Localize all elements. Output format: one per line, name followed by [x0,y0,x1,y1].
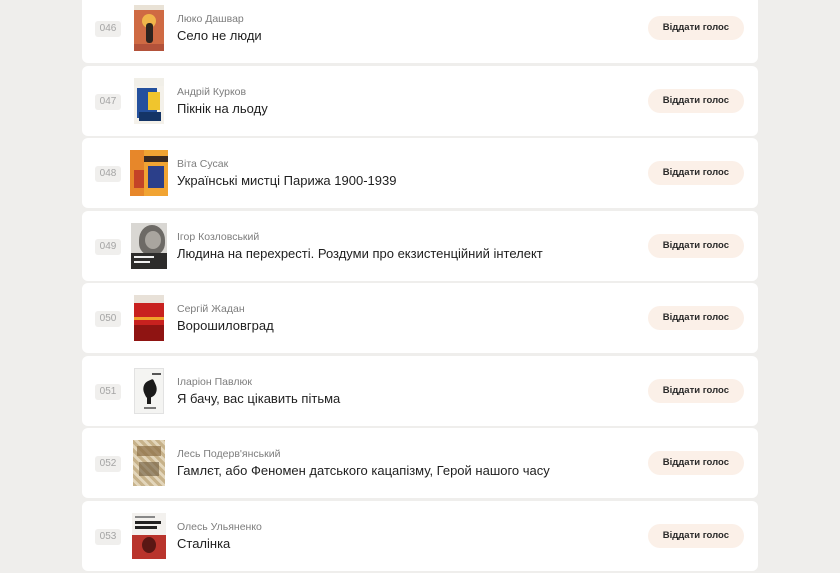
item-number: 047 [95,93,121,110]
book-author: Люко Дашвар [177,13,244,25]
book-author: Іларіон Павлюк [177,375,252,388]
vote-button[interactable]: Віддати голос [647,161,744,185]
book-cover[interactable] [134,367,164,414]
book-title[interactable]: Гамлєт, або Феномен датського кацапізму,… [177,463,550,478]
vote-button[interactable]: Віддати голос [647,233,744,258]
book-cover[interactable] [132,512,166,559]
vote-button[interactable]: Віддати голос [647,523,744,548]
book-title[interactable]: Пікнік на льоду [177,101,268,116]
item-number: 046 [95,21,121,37]
list-item[interactable]: 049 Ігор Козловський Людина на перехрест… [82,210,758,281]
book-title[interactable]: Село не люди [177,28,262,43]
book-title[interactable]: Ворошиловград [177,318,274,333]
book-cover[interactable] [134,295,164,341]
book-cover[interactable] [134,77,164,124]
book-author: Віта Сусак [177,158,229,170]
item-number: 051 [95,383,121,400]
vote-button[interactable]: Віддати голос [647,16,744,40]
item-number: 053 [95,528,121,545]
vote-button[interactable]: Віддати голос [647,451,744,475]
vote-button[interactable]: Віддати голос [647,88,744,113]
vote-button[interactable]: Віддати голос [647,378,744,403]
vote-button[interactable]: Віддати голос [647,306,744,330]
book-author: Андрій Курков [177,85,247,98]
book-cover[interactable] [130,150,168,196]
book-author: Олесь Ульяненко [177,520,262,533]
book-list: 046 Люко Дашвар Село не люди Віддати гол… [82,0,758,573]
item-number: 048 [95,166,121,182]
item-number: 052 [95,456,121,472]
item-number: 049 [95,238,121,255]
item-number: 050 [95,311,121,327]
list-item[interactable]: 052 Лесь Подерв'янський Гамлєт, або Фено… [82,428,758,498]
list-item[interactable]: 046 Люко Дашвар Село не люди Віддати гол… [82,0,758,63]
book-author: Сергій Жадан [177,303,245,315]
book-cover[interactable] [134,5,164,51]
book-author: Лесь Подерв'янський [177,448,281,460]
book-title[interactable]: Я бачу, вас цікавить пітьма [177,391,340,406]
book-author: Ігор Козловський [177,230,260,243]
list-item[interactable]: 048 Віта Сусак Українські мистці Парижа … [82,138,758,208]
list-item[interactable]: 050 Сергій Жадан Ворошиловград Віддати г… [82,283,758,353]
list-item[interactable]: 047 Андрій Курков Пікнік на льоду Віддат… [82,65,758,136]
list-item[interactable]: 053 Олесь Ульяненко Сталінка Віддати гол… [82,500,758,571]
book-cover[interactable] [131,222,167,269]
book-title[interactable]: Сталінка [177,536,230,551]
list-item[interactable]: 051 Іларіон Павлюк Я бачу, вас цікавить … [82,355,758,426]
book-title[interactable]: Українські мистці Парижа 1900-1939 [177,173,396,188]
book-cover[interactable] [133,440,165,486]
book-title[interactable]: Людина на перехресті. Роздуми про екзист… [177,246,543,261]
